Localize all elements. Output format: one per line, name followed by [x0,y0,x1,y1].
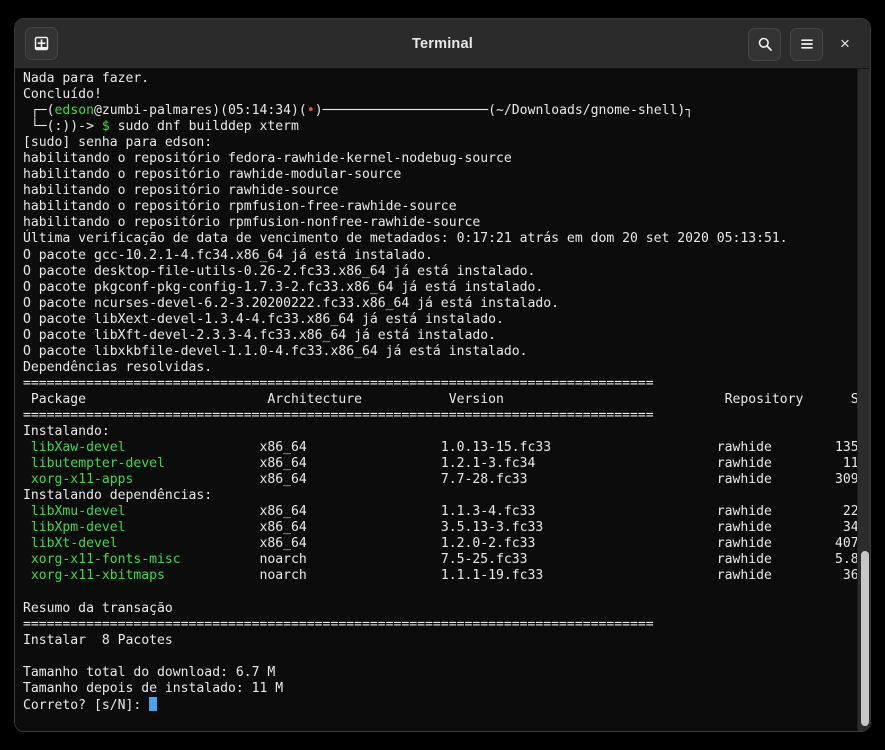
new-terminal-button[interactable] [25,27,58,60]
terminal-output: Nada para fazer. Concluído! ┌─(edson@zumb… [23,71,870,713]
window-title: Terminal [412,35,473,52]
search-button[interactable] [748,27,781,61]
hamburger-menu-icon [799,36,815,52]
titlebar-actions: × [748,19,858,69]
new-terminal-icon [33,35,50,52]
scrollbar-thumb[interactable] [861,551,869,726]
search-icon [757,36,773,52]
terminal-body[interactable]: Nada para fazer. Concluído! ┌─(edson@zumb… [15,69,870,731]
menu-button[interactable] [790,27,823,61]
terminal-window: Terminal × Nada para fazer. Concluído! ┌… [14,18,871,732]
scrollbar-track[interactable] [857,69,870,731]
terminal-cursor [149,696,158,711]
titlebar: Terminal × [15,19,870,69]
close-button[interactable]: × [832,31,858,57]
